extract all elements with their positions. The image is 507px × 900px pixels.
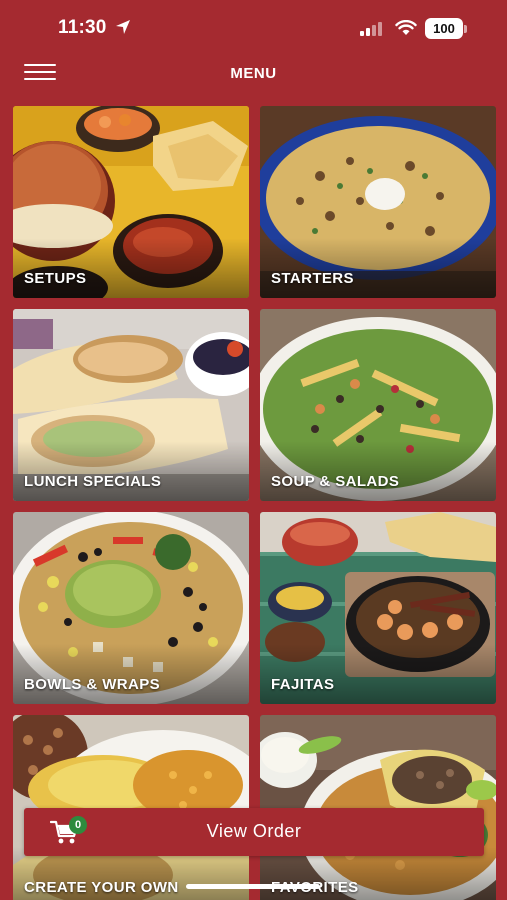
location-arrow-icon (116, 20, 130, 34)
tile-label: LUNCH SPECIALS (24, 473, 162, 490)
tile-label: SETUPS (24, 270, 87, 287)
view-order-label: View Order (206, 821, 302, 841)
battery-tip (464, 25, 467, 33)
tile-label: CREATE YOUR OWN (24, 879, 179, 896)
category-tile-starters[interactable]: STARTERS (260, 106, 496, 298)
view-order-button[interactable]: 0 View Order (24, 808, 484, 856)
category-tile-fajitas[interactable]: FAJITAS (260, 512, 496, 704)
app-header: MENU (0, 56, 507, 94)
category-tile-bowls-wraps[interactable]: BOWLS & WRAPS (13, 512, 249, 704)
tile-label: BOWLS & WRAPS (24, 676, 161, 693)
tile-label: SOUP & SALADS (271, 473, 400, 490)
cellular-signal-icon (360, 22, 382, 36)
category-tile-setups[interactable]: SETUPS (13, 106, 249, 298)
category-tile-lunch-specials[interactable]: LUNCH SPECIALS (13, 309, 249, 501)
status-bar: 11:30 100 (0, 0, 507, 56)
home-indicator (186, 884, 320, 889)
tile-label: FAJITAS (271, 676, 335, 693)
status-time: 11:30 (58, 17, 107, 38)
category-tile-soup-salads[interactable]: SOUP & SALADS (260, 309, 496, 501)
battery-indicator: 100 (425, 18, 463, 39)
tile-label: STARTERS (271, 270, 354, 287)
page-title: MENU (230, 65, 277, 82)
wifi-icon (395, 20, 417, 35)
